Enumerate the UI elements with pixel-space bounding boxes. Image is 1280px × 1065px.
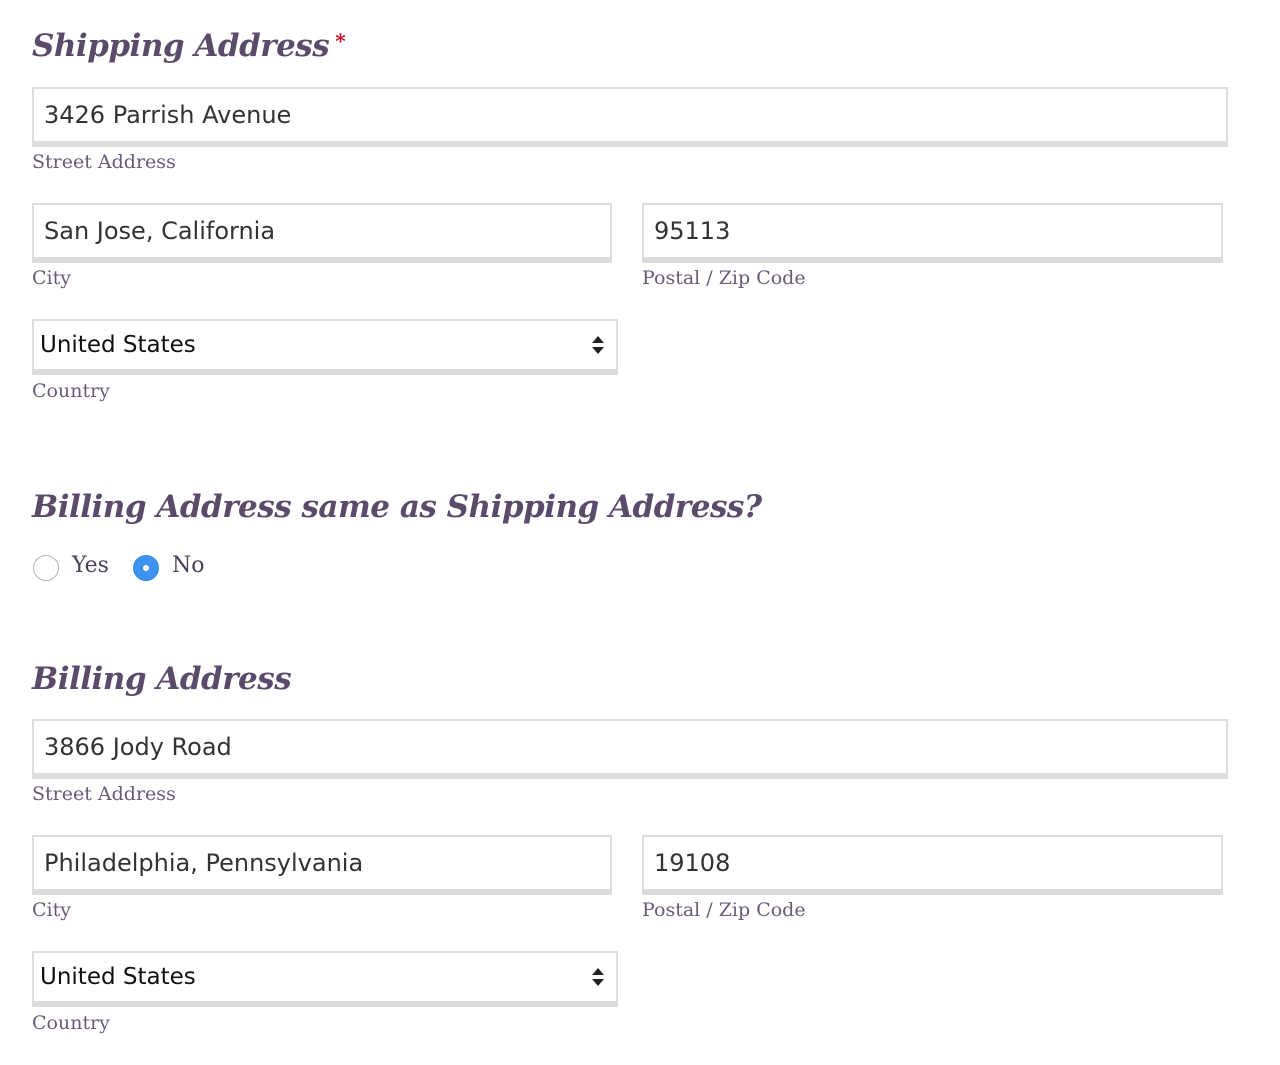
radio-yes-label[interactable]: Yes (72, 555, 109, 577)
select-arrows-icon (592, 336, 604, 354)
shipping-city-input[interactable] (32, 203, 612, 263)
radio-no-label[interactable]: No (172, 555, 205, 577)
billing-country-select[interactable]: United States (32, 951, 618, 1007)
billing-city-input[interactable] (32, 835, 612, 895)
radio-no[interactable] (133, 555, 159, 581)
billing-postal-input[interactable] (642, 835, 1223, 895)
shipping-city-label: City (32, 267, 71, 289)
shipping-postal-label: Postal / Zip Code (642, 267, 806, 289)
billing-country-value: United States (40, 964, 196, 990)
billing-postal-label: Postal / Zip Code (642, 899, 806, 921)
billing-city-label: City (32, 899, 71, 921)
shipping-address-title: Shipping Address (32, 28, 330, 64)
required-marker: * (335, 29, 346, 53)
shipping-address-heading: Shipping Address * (32, 28, 346, 64)
radio-yes[interactable] (33, 555, 59, 581)
billing-address-heading: Billing Address (32, 661, 292, 697)
shipping-street-label: Street Address (32, 151, 176, 173)
billing-street-input[interactable] (32, 719, 1228, 779)
shipping-country-select[interactable]: United States (32, 319, 618, 375)
shipping-country-label: Country (32, 380, 110, 402)
shipping-country-value: United States (40, 332, 196, 358)
billing-country-label: Country (32, 1012, 110, 1034)
billing-same-question-heading: Billing Address same as Shipping Address… (32, 489, 762, 525)
shipping-postal-input[interactable] (642, 203, 1223, 263)
select-arrows-icon (592, 968, 604, 986)
shipping-street-input[interactable] (32, 87, 1228, 147)
billing-street-label: Street Address (32, 783, 176, 805)
